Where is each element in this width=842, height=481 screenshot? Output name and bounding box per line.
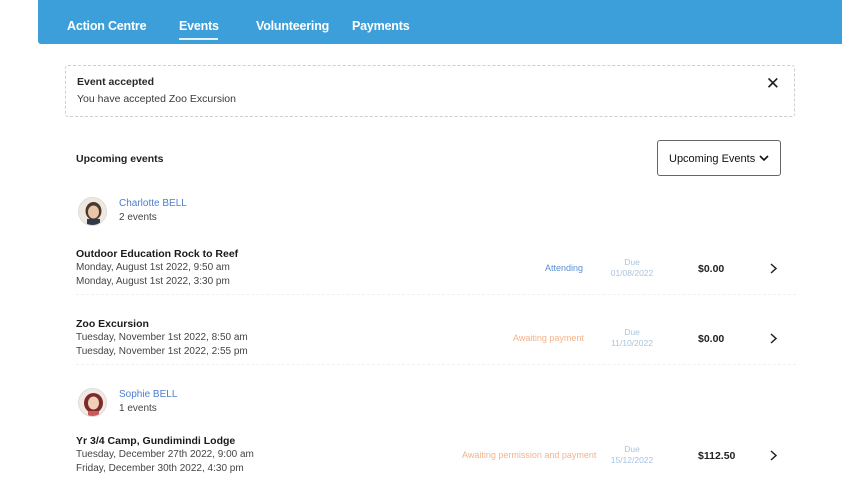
event-row[interactable]: Outdoor Education Rock to Reef Monday, A… (76, 248, 796, 306)
upcoming-events-heading: Upcoming events (76, 153, 164, 165)
event-end-time: Friday, December 30th 2022, 4:30 pm (76, 463, 244, 474)
upcoming-events-filter-dropdown[interactable]: Upcoming Events (657, 140, 781, 176)
event-end-time: Tuesday, November 1st 2022, 2:55 pm (76, 346, 248, 357)
event-status: Awaiting permission and payment (462, 450, 597, 460)
close-icon[interactable]: ✕ (766, 74, 780, 94)
nav-item-action-centre[interactable]: Action Centre (67, 19, 147, 33)
student-event-count: 1 events (119, 403, 157, 414)
event-price: $0.00 (698, 263, 725, 275)
event-due-date: Due 01/08/2022 (608, 257, 656, 279)
student-name[interactable]: Charlotte BELL (119, 198, 187, 209)
avatar (78, 197, 107, 226)
event-due-value: 01/08/2022 (610, 268, 654, 278)
row-divider (76, 364, 796, 365)
event-accepted-alert: Event accepted You have accepted Zoo Exc… (65, 65, 795, 117)
chevron-right-icon[interactable] (769, 450, 778, 461)
event-start-time: Monday, August 1st 2022, 9:50 am (76, 262, 230, 273)
event-status: Attending (545, 263, 584, 273)
event-title: Yr 3/4 Camp, Gundimindi Lodge (76, 435, 236, 447)
row-divider (76, 294, 796, 295)
alert-message: You have accepted Zoo Excursion (77, 93, 236, 105)
event-due-label: Due (624, 444, 640, 454)
event-end-time: Monday, August 1st 2022, 3:30 pm (76, 276, 230, 287)
event-due-date: Due 15/12/2022 (608, 444, 656, 466)
event-due-label: Due (624, 257, 640, 267)
avatar (78, 388, 107, 417)
event-due-value: 11/10/2022 (611, 338, 653, 348)
event-due-value: 15/12/2022 (610, 455, 654, 465)
event-price: $0.00 (698, 333, 725, 345)
event-due-label: Due (624, 327, 640, 337)
alert-title: Event accepted (77, 76, 155, 88)
student-name[interactable]: Sophie BELL (119, 389, 177, 400)
event-start-time: Tuesday, December 27th 2022, 9:00 am (76, 449, 254, 460)
nav-item-volunteering[interactable]: Volunteering (256, 19, 329, 33)
student-event-count: 2 events (119, 212, 157, 223)
chevron-down-icon (759, 155, 769, 162)
chevron-right-icon[interactable] (769, 333, 778, 344)
event-status: Awaiting payment (513, 333, 584, 343)
top-navigation-bar: Action Centre Events Volunteering Paymen… (38, 0, 842, 44)
event-row[interactable]: Yr 3/4 Camp, Gundimindi Lodge Tuesday, D… (76, 435, 796, 481)
filter-dropdown-label: Upcoming Events (669, 153, 756, 165)
event-start-time: Tuesday, November 1st 2022, 8:50 am (76, 332, 248, 343)
event-title: Zoo Excursion (76, 318, 149, 330)
event-price: $112.50 (698, 450, 736, 462)
event-due-date: Due 11/10/2022 (608, 327, 656, 349)
event-row[interactable]: Zoo Excursion Tuesday, November 1st 2022… (76, 318, 796, 376)
chevron-right-icon[interactable] (769, 263, 778, 274)
nav-item-events[interactable]: Events (179, 19, 219, 33)
active-tab-indicator (179, 38, 218, 40)
nav-item-payments[interactable]: Payments (352, 19, 410, 33)
event-title: Outdoor Education Rock to Reef (76, 248, 239, 260)
